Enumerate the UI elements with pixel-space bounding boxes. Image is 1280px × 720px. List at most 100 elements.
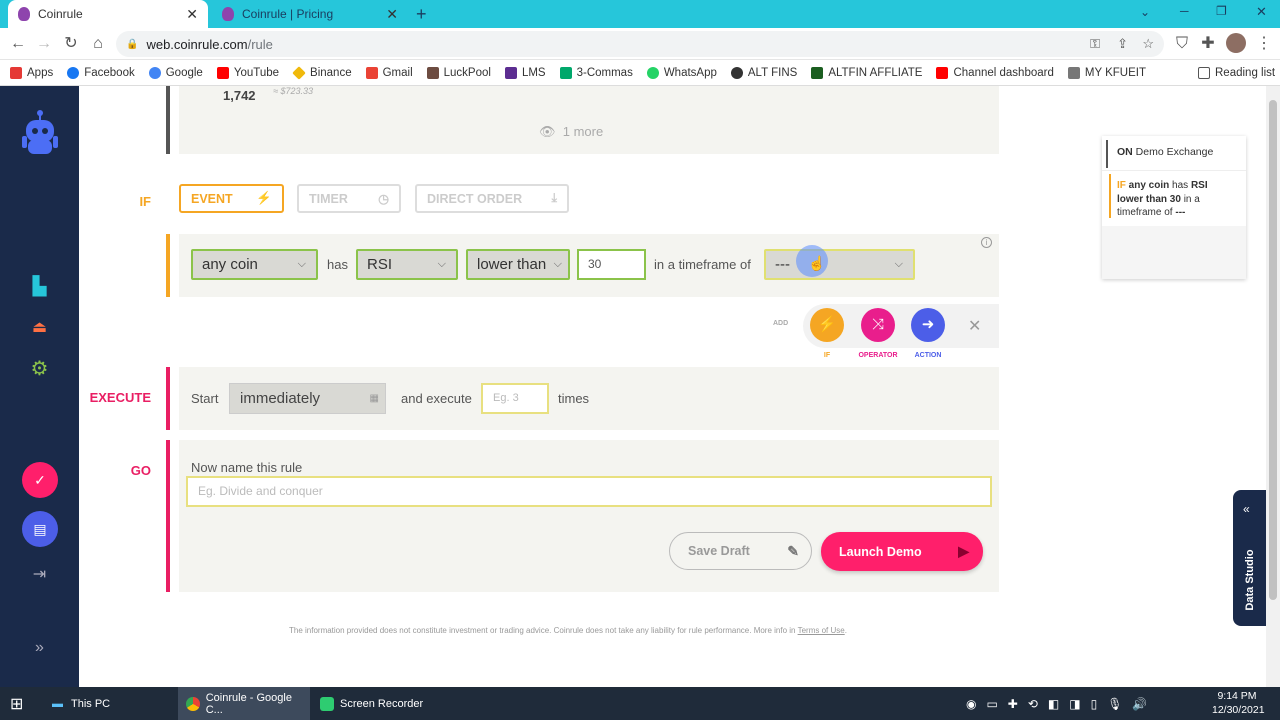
minimize-icon[interactable]: ─ (1180, 4, 1189, 18)
condition-panel: any coin ⌵ has RSI ⌵ lower than ⌵ 30 in a t… (179, 234, 999, 297)
browser-toolbar: ← → ↻ ⌂ 🔒 web.coinrule.com/rule ⚿ ⇪ ☆ ⛉ … (0, 28, 1280, 60)
close-add-icon[interactable]: ✕ (968, 316, 981, 336)
binance-icon (292, 65, 306, 80)
data-studio-tab[interactable]: « Data Studio (1233, 490, 1266, 626)
execute-bar (166, 367, 170, 430)
bookmark-lms[interactable]: LMS (504, 66, 546, 79)
expand-sidebar-icon[interactable]: » (0, 639, 79, 657)
back-icon[interactable]: ← (8, 34, 28, 54)
bookmark-channel-dashboard[interactable]: Channel dashboard (936, 66, 1054, 79)
and-execute-text: and execute (401, 391, 472, 406)
timeframe-text: in a timeframe of (654, 257, 751, 272)
bookmarks-bar: Apps Facebook Google YouTube Binance Gma… (0, 60, 1280, 86)
brave-shield-icon[interactable]: ⛉ (1172, 34, 1192, 54)
chevron-down-icon: ⌵ (894, 258, 903, 270)
bookmark-altfin-affiliate[interactable]: ALTFIN AFFLIATE (811, 66, 922, 79)
show-more[interactable]: 👁 1 more (539, 124, 603, 140)
altfins-icon (730, 66, 743, 79)
timeframe-select[interactable]: --- ⌵ ☝ (764, 245, 915, 280)
bookmark-facebook[interactable]: Facebook (67, 66, 135, 79)
settings-gear-icon[interactable]: ⚙ (0, 356, 79, 381)
apps-icon (10, 66, 22, 79)
scrollbar[interactable] (1266, 86, 1280, 687)
start-select[interactable]: immediately ▦ (229, 383, 386, 414)
google-icon (148, 66, 161, 79)
if-bar (166, 234, 170, 297)
tab-coinrule[interactable]: Coinrule ✕ (8, 0, 208, 28)
taskbar-recorder[interactable]: Screen Recorder (312, 687, 432, 720)
key-icon[interactable]: ⚿ (1090, 36, 1100, 52)
scrollbar-thumb[interactable] (1269, 100, 1277, 600)
event-tab[interactable]: EVENT ⚡ (179, 184, 284, 213)
reload-icon[interactable]: ↻ (61, 34, 81, 54)
close-window-icon[interactable]: ✕ (1256, 4, 1267, 20)
hand-cursor-icon: ☝ (808, 255, 826, 271)
info-icon[interactable]: i (981, 237, 992, 248)
new-tab-icon[interactable]: + (416, 4, 427, 25)
data-studio-label: Data Studio (1244, 549, 1256, 611)
bookmark-whatsapp[interactable]: WhatsApp (646, 66, 717, 79)
taskbar-this-pc[interactable]: ▬ This PC (44, 687, 172, 720)
trade-icon[interactable]: ⏏ (0, 317, 79, 337)
coinrule-robot-logo-icon[interactable] (0, 110, 79, 161)
threshold-input[interactable]: 30 (577, 249, 646, 280)
bookmark-my-kfueit[interactable]: MY KFUEIT (1067, 66, 1146, 79)
bookmark-apps[interactable]: Apps (10, 66, 53, 79)
add-if-button[interactable]: ⚡ (810, 308, 844, 342)
section-bar (166, 86, 170, 154)
add-operator-button[interactable]: ⤨ (861, 308, 895, 342)
menu-icon[interactable]: ⋮ (1254, 34, 1274, 54)
check-badge-icon[interactable]: ✓ (22, 462, 58, 498)
taskbar-chrome[interactable]: Coinrule - Google C... (178, 687, 310, 720)
kfueit-icon (1067, 66, 1080, 79)
comparator-select[interactable]: lower than ⌵ (466, 249, 570, 280)
system-tray-icons[interactable]: ◉▭✚⟲◧◨▯🎙🔊 (958, 687, 1208, 720)
tab-search-icon[interactable]: ⌄ (1140, 5, 1150, 19)
indicator-select[interactable]: RSI ⌵ (356, 249, 458, 280)
home-icon[interactable]: ⌂ (88, 34, 108, 54)
coin-select[interactable]: any coin ⌵ (191, 249, 318, 280)
bookmark-luckpool[interactable]: LuckPool (426, 66, 491, 79)
extensions-icon[interactable]: ✚ (1198, 34, 1218, 54)
document-icon[interactable]: ▤ (22, 511, 58, 547)
bookmark-binance[interactable]: Binance (292, 65, 352, 80)
add-action-label: ACTION (914, 352, 942, 359)
close-tab-icon[interactable]: ✕ (386, 6, 398, 23)
chevron-down-icon: ⌵ (553, 258, 562, 270)
forward-icon[interactable]: → (34, 34, 54, 54)
timer-tab[interactable]: TIMER ◷ (297, 184, 401, 213)
lock-icon: 🔒 (126, 38, 139, 50)
profile-avatar[interactable] (1226, 33, 1246, 53)
direct-order-tab[interactable]: DIRECT ORDER ⤓ (415, 184, 569, 213)
go-label: GO (130, 463, 151, 478)
lightning-icon: ⚡ (256, 191, 272, 205)
bookmark-gmail[interactable]: Gmail (365, 66, 413, 79)
terms-link[interactable]: Terms of Use (798, 626, 845, 635)
summary-on: ON Demo Exchange (1117, 146, 1214, 158)
bookmark-3commas[interactable]: 3-Commas (559, 66, 633, 79)
windows-taskbar: ⊞ ▬ This PC Coinrule - Google C... Screen… (0, 687, 1280, 720)
recorder-icon (320, 696, 334, 711)
stats-icon[interactable]: ▙ (0, 276, 79, 297)
clock[interactable]: 9:14 PM 12/30/2021 (1212, 689, 1265, 717)
chevron-down-icon: ⌵ (437, 258, 446, 270)
save-draft-button[interactable]: Save Draft ✎ (669, 532, 812, 570)
start-text: Start (191, 391, 219, 406)
launch-demo-button[interactable]: Launch Demo ▶ (821, 532, 983, 571)
close-tab-icon[interactable]: ✕ (186, 6, 198, 23)
bookmark-google[interactable]: Google (148, 66, 203, 79)
reading-list[interactable]: Reading list (1198, 66, 1275, 79)
tab-pricing[interactable]: Coinrule | Pricing ✕ (212, 0, 408, 28)
logout-icon[interactable]: ⇥ (0, 564, 79, 584)
rule-name-input[interactable]: Eg. Divide and conquer (186, 476, 992, 507)
add-action-button[interactable]: ➜ (911, 308, 945, 342)
times-input[interactable]: Eg. 3 (481, 383, 549, 414)
bookmark-altfins[interactable]: ALT FINS (730, 66, 797, 79)
summary-if-bar (1109, 174, 1111, 218)
maximize-icon[interactable]: ❐ (1216, 4, 1227, 18)
share-icon[interactable]: ⇪ (1117, 36, 1128, 52)
address-bar[interactable]: 🔒 web.coinrule.com/rule ⚿ ⇪ ☆ (116, 31, 1164, 57)
bookmark-youtube[interactable]: YouTube (216, 66, 279, 79)
bookmark-star-icon[interactable]: ☆ (1142, 36, 1154, 52)
windows-start-icon[interactable]: ⊞ (2, 687, 38, 720)
